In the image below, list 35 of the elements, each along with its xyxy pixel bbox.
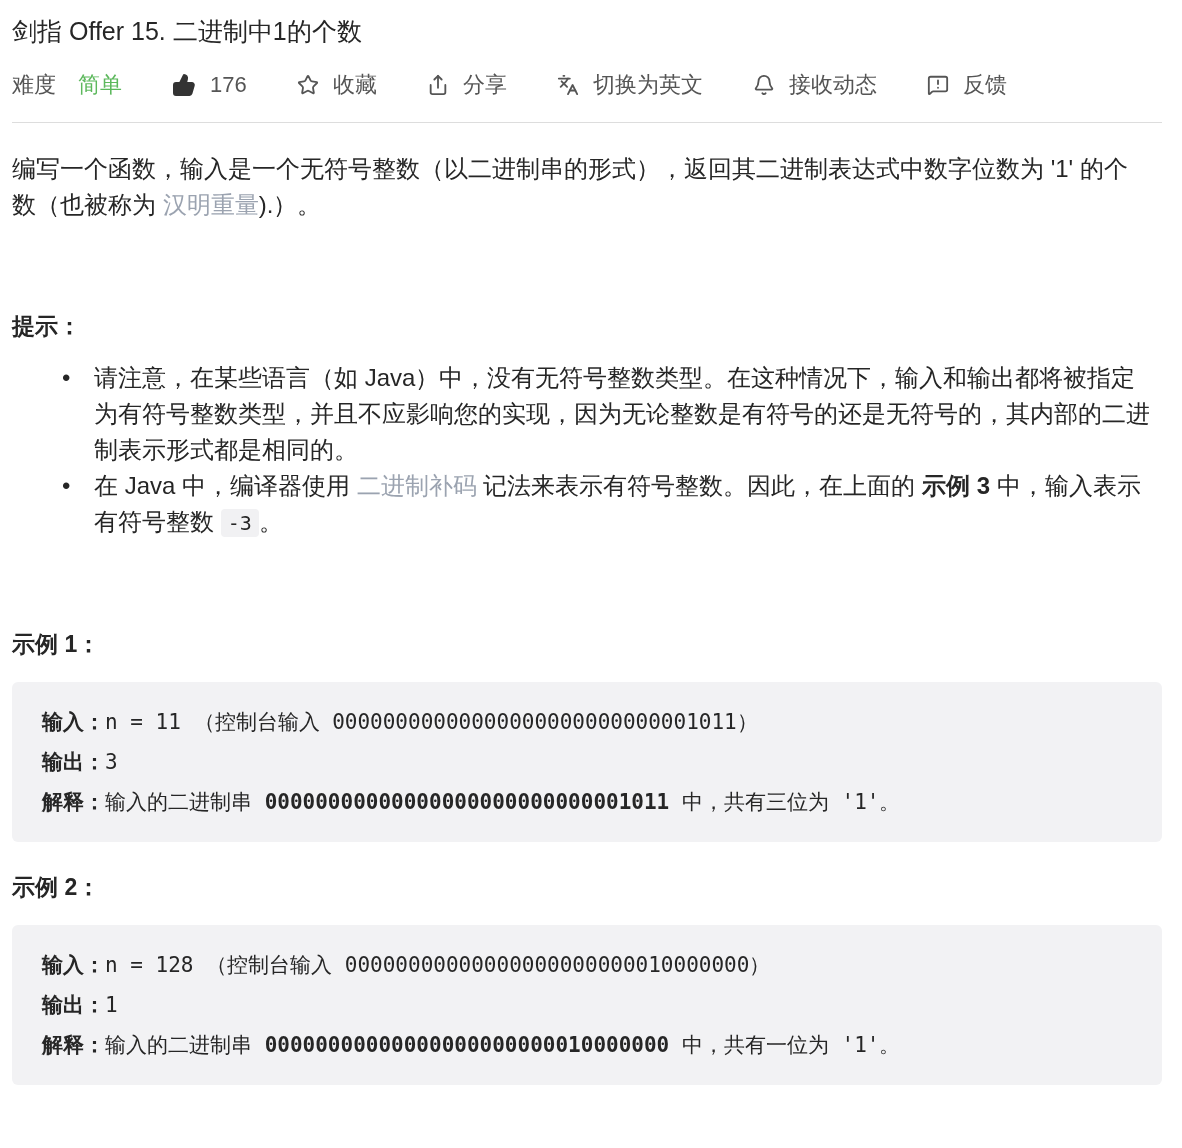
- star-button[interactable]: 收藏: [296, 70, 377, 100]
- example-text: 输入的二进制串 00000000000000000000000010000000 中，共有一位为 '1'。: [105, 1033, 901, 1057]
- example-label: 输入：: [42, 953, 105, 977]
- inline-code: -3: [220, 509, 259, 537]
- example-label: 解释：: [42, 1033, 105, 1057]
- example-text: 输入的二进制串 00000000000000000000000000001011 中，共有三位为 '1'。: [105, 790, 901, 814]
- example-label: 输入：: [42, 710, 105, 734]
- translate-icon: [556, 74, 579, 96]
- star-icon: [296, 74, 319, 96]
- example-label: 输出：: [42, 750, 105, 774]
- bullet-marker: •: [62, 471, 72, 501]
- thumbs-up-icon: [172, 73, 196, 97]
- example-text: 3: [105, 750, 118, 774]
- example-heading: 示例 1：: [12, 630, 102, 659]
- difficulty-label: 难度: [12, 71, 56, 99]
- example-heading: 示例 2：: [12, 873, 102, 902]
- difficulty-value: 简单: [78, 71, 122, 99]
- hints-heading: 提示：: [12, 312, 82, 341]
- problem-description: 编写一个函数，输入是一个无符号整数（以二进制串的形式），返回其二进制表达式中数字位数为 '1' 的个数（也被称为 汉明重量).）。: [12, 154, 1129, 220]
- feedback-button[interactable]: 反馈: [926, 70, 1007, 100]
- hint-text: 请注意，在某些语言（如 Java）中，没有无符号整数类型。在这种情况下，输入和输出都将被指定为有符号整数类型，并且不应影响您的实现，因为无论整数是有符号的还是无符号的，其内部的二进制表示形式都是相同的。: [94, 363, 1151, 465]
- problem-title: 剑指 Offer 15. 二进制中1的个数: [12, 16, 363, 47]
- example-label: 解释：: [42, 790, 105, 814]
- example-text: 1: [105, 993, 118, 1017]
- feedback-icon: [926, 74, 949, 96]
- example-text: n = 128 （控制台输入 00000000000000000000000010000000）: [105, 953, 771, 977]
- bell-icon: [752, 74, 775, 96]
- hint-text: 在 Java 中，编译器使用 二进制补码 记法来表示有符号整数。因此，在上面的 示例 3 中，输入表示有符号整数 -3 。: [94, 471, 1142, 539]
- bullet-marker: •: [62, 363, 72, 393]
- example-label: 输出：: [42, 993, 105, 1017]
- like-button[interactable]: 176: [172, 72, 247, 98]
- example-text: n = 11 （控制台输入 00000000000000000000000000001011）: [105, 710, 758, 734]
- translate-button[interactable]: 切换为英文: [556, 70, 703, 100]
- bell-button[interactable]: 接收动态: [752, 70, 877, 100]
- share-button[interactable]: 分享: [426, 70, 507, 100]
